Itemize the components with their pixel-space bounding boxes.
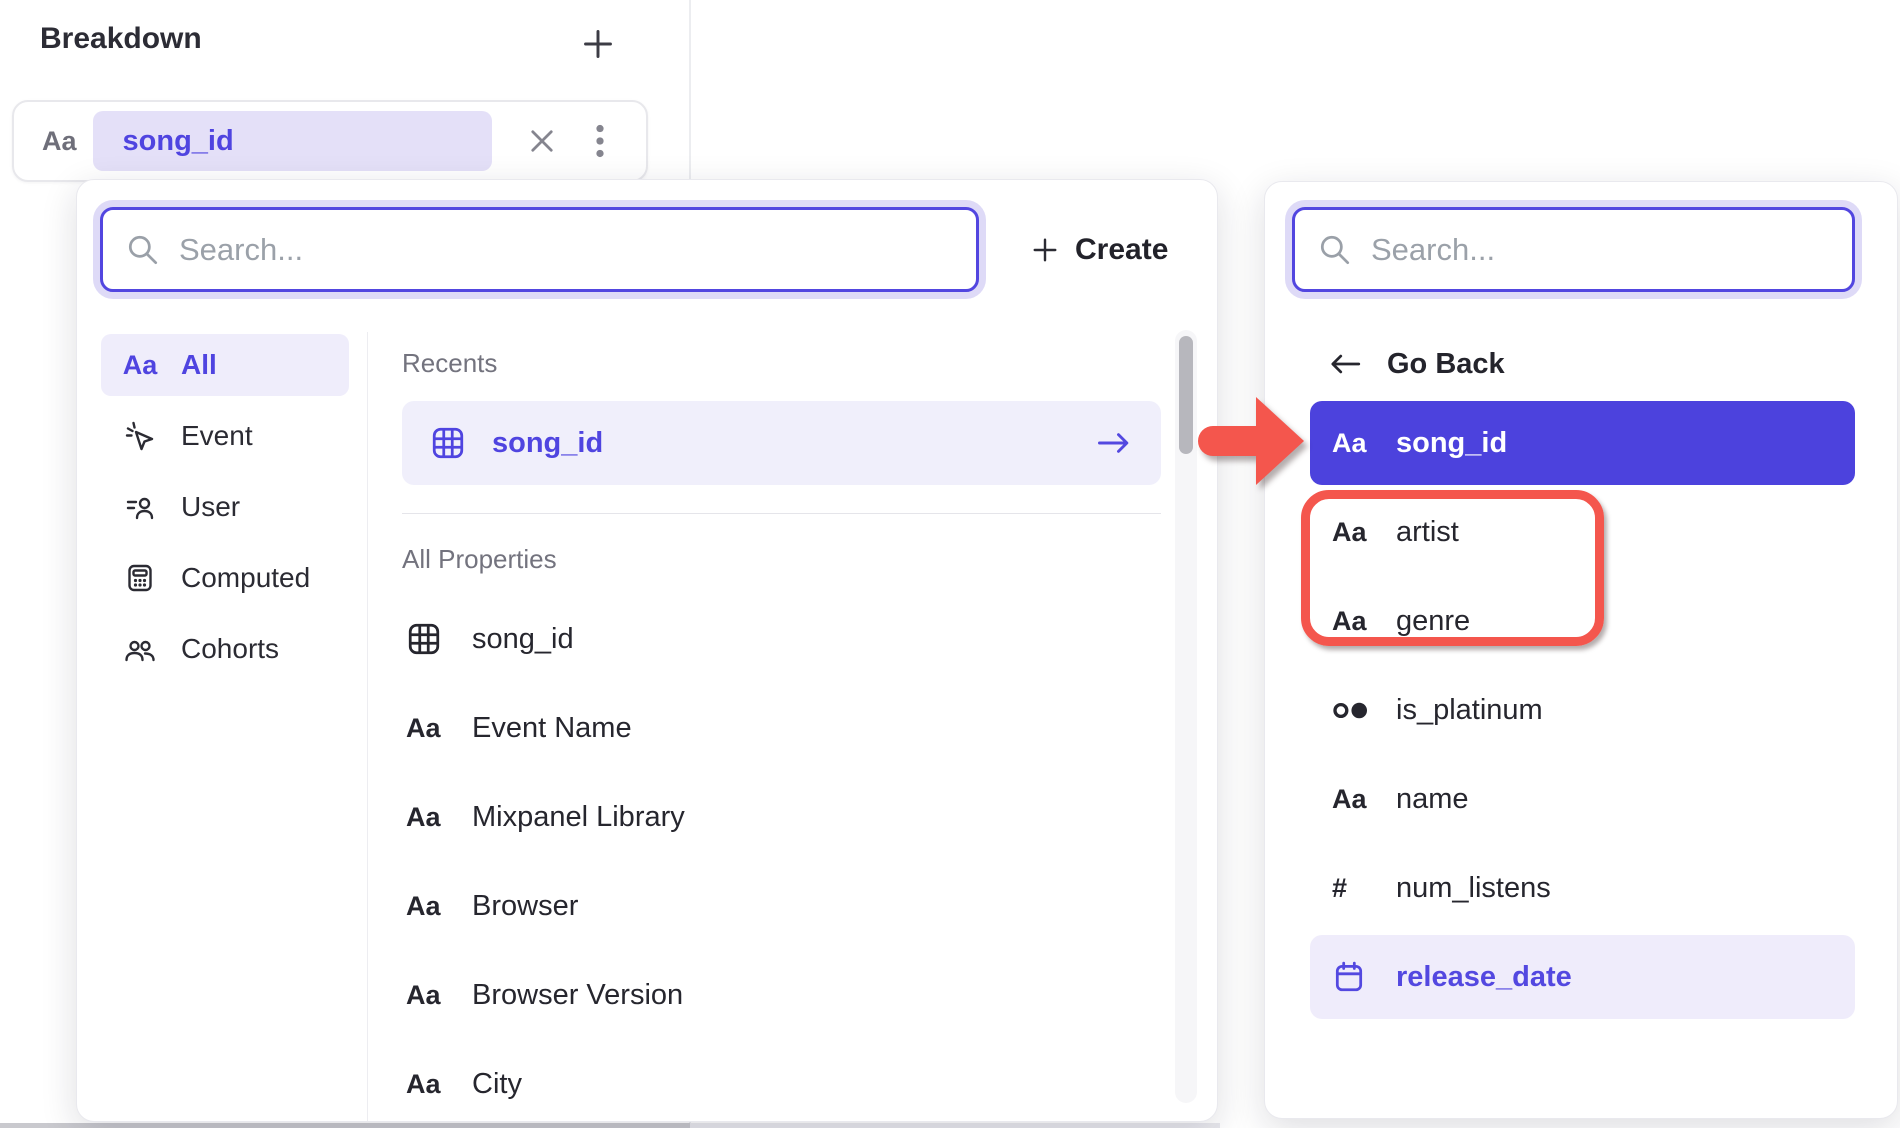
calendar-icon — [1332, 960, 1378, 994]
property-row-browser[interactable]: Aa Browser — [402, 864, 1161, 948]
property-label: City — [472, 1068, 522, 1101]
property-row-browser-version[interactable]: Aa Browser Version — [402, 953, 1161, 1037]
text-property-type-icon: Aa — [1332, 784, 1378, 815]
category-label: Event — [181, 420, 253, 452]
category-user[interactable]: User — [101, 476, 349, 538]
go-back-button[interactable]: Go Back — [1327, 334, 1505, 394]
property-list: Recents song_id All Properties — [368, 332, 1217, 1121]
breakdown-section-title: Breakdown — [40, 22, 202, 56]
search-icon — [125, 232, 161, 268]
property-row-city[interactable]: Aa City — [402, 1042, 1161, 1122]
event-cursor-icon — [119, 420, 161, 452]
text-property-type-icon: Aa — [42, 126, 77, 157]
property-row-mixpanel-library[interactable]: Aa Mixpanel Library — [402, 775, 1161, 859]
create-button-label: Create — [1075, 233, 1168, 267]
subproperty-picker-popover: Go Back Aa song_id Aa artist Aa genre is… — [1264, 181, 1898, 1119]
category-label: User — [181, 491, 240, 523]
property-row-song-id[interactable]: song_id — [402, 597, 1161, 681]
breakdown-property-picker-screen: Breakdown Aa song_id — [0, 0, 1900, 1128]
section-divider — [402, 513, 1161, 514]
property-label: Mixpanel Library — [472, 801, 685, 834]
category-cohorts[interactable]: Cohorts — [101, 618, 349, 680]
subproperty-label: name — [1396, 783, 1469, 816]
scrollbar-thumb[interactable] — [1179, 336, 1193, 454]
table-grid-icon — [406, 621, 450, 657]
user-list-icon — [119, 491, 161, 523]
subproperty-label: is_platinum — [1396, 694, 1543, 727]
category-event[interactable]: Event — [101, 405, 349, 467]
property-picker-popover: Create Aa All Event User — [76, 179, 1218, 1122]
subproperty-search[interactable] — [1292, 207, 1855, 292]
go-back-label: Go Back — [1387, 348, 1505, 381]
category-sidebar: Aa All Event User — [77, 332, 367, 1121]
category-label: All — [181, 349, 217, 381]
category-label: Computed — [181, 562, 310, 594]
property-label: song_id — [472, 623, 574, 656]
subproperty-label: genre — [1396, 605, 1470, 638]
search-icon — [1317, 232, 1353, 268]
recents-section-label: Recents — [402, 348, 1161, 379]
category-label: Cohorts — [181, 633, 279, 665]
recent-property-song-id[interactable]: song_id — [402, 401, 1161, 485]
remove-breakdown-button[interactable] — [522, 119, 562, 163]
category-all[interactable]: Aa All — [101, 334, 349, 396]
property-row-event-name[interactable]: Aa Event Name — [402, 686, 1161, 770]
add-breakdown-button[interactable] — [576, 22, 620, 66]
subproperty-label: num_listens — [1396, 872, 1551, 905]
text-property-type-icon: Aa — [1332, 428, 1378, 459]
category-computed[interactable]: Computed — [101, 547, 349, 609]
text-property-type-icon: Aa — [119, 350, 161, 381]
all-properties-list: song_id Aa Event Name Aa Mixpanel Librar… — [402, 597, 1161, 1122]
plus-icon — [581, 27, 615, 61]
subproperty-row-song-id[interactable]: Aa song_id — [1310, 401, 1855, 485]
boolean-property-type-icon — [1332, 697, 1378, 724]
property-label: Browser — [472, 890, 578, 923]
property-search[interactable] — [100, 207, 979, 292]
subproperty-label: song_id — [1396, 427, 1507, 460]
subproperty-label: release_date — [1396, 961, 1572, 994]
subproperty-row-num-listens[interactable]: # num_listens — [1310, 846, 1855, 930]
text-property-type-icon: Aa — [1332, 517, 1378, 548]
text-property-type-icon: Aa — [406, 1069, 450, 1100]
subproperty-row-release-date[interactable]: release_date — [1310, 935, 1855, 1019]
subproperty-list: Aa song_id Aa artist Aa genre is_platinu… — [1310, 401, 1855, 1024]
subproperty-row-name[interactable]: Aa name — [1310, 757, 1855, 841]
text-property-type-icon: Aa — [1332, 606, 1378, 637]
cohorts-people-icon — [119, 633, 161, 665]
calculator-icon — [119, 562, 161, 594]
bottom-edge-right — [690, 1123, 1220, 1128]
bottom-edge-left — [0, 1123, 690, 1128]
create-property-button[interactable]: Create — [1021, 207, 1178, 292]
close-icon — [527, 126, 557, 156]
recent-property-label: song_id — [492, 427, 603, 460]
property-label: Browser Version — [472, 979, 683, 1012]
breakdown-chip-value: song_id — [123, 125, 234, 158]
property-picker-body: Aa All Event User — [77, 332, 1217, 1121]
text-property-type-icon: Aa — [406, 802, 450, 833]
all-properties-section-label: All Properties — [402, 544, 1161, 575]
back-arrow-icon — [1327, 350, 1363, 378]
breakdown-chip[interactable]: Aa song_id — [12, 100, 648, 182]
subproperty-row-artist[interactable]: Aa artist — [1310, 490, 1855, 574]
drill-in-arrow-icon[interactable] — [1095, 429, 1133, 457]
text-property-type-icon: Aa — [406, 980, 450, 1011]
number-property-type-icon: # — [1332, 873, 1378, 904]
kebab-menu-icon — [595, 124, 605, 158]
subproperty-label: artist — [1396, 516, 1459, 549]
property-label: Event Name — [472, 712, 632, 745]
breakdown-options-button[interactable] — [580, 119, 620, 163]
property-search-input[interactable] — [179, 232, 976, 268]
subproperty-row-is-platinum[interactable]: is_platinum — [1310, 668, 1855, 752]
plus-icon — [1031, 236, 1059, 264]
subproperty-search-input[interactable] — [1371, 232, 1852, 268]
breakdown-chip-value-pill[interactable]: song_id — [93, 111, 492, 171]
subproperty-row-genre[interactable]: Aa genre — [1310, 579, 1855, 663]
text-property-type-icon: Aa — [406, 891, 450, 922]
table-grid-icon — [430, 425, 466, 461]
text-property-type-icon: Aa — [406, 713, 450, 744]
